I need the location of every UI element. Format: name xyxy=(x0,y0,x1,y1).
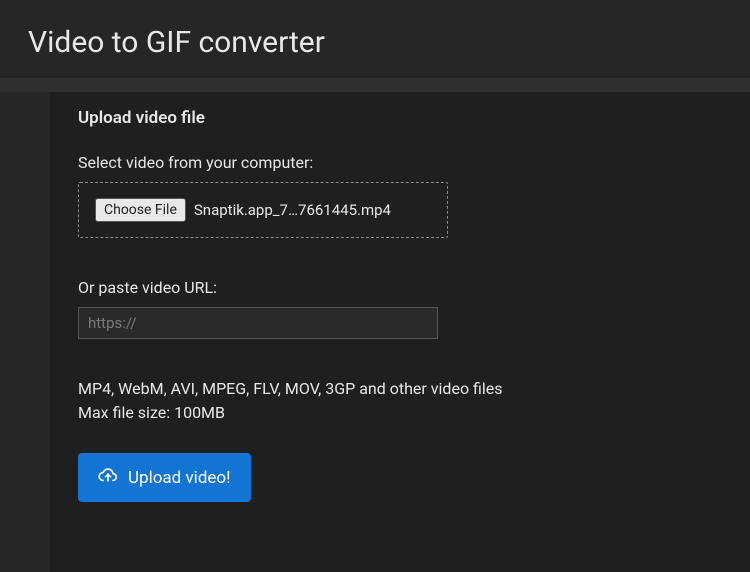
file-drop-zone[interactable]: Choose File Snaptik.app_7…7661445.mp4 xyxy=(78,182,448,238)
supported-formats: MP4, WebM, AVI, MPEG, FLV, MOV, 3GP and … xyxy=(78,377,750,401)
panel-title: Upload video file xyxy=(78,92,750,153)
upload-button-label: Upload video! xyxy=(128,468,231,488)
info-text: MP4, WebM, AVI, MPEG, FLV, MOV, 3GP and … xyxy=(78,377,750,425)
upload-panel: Upload video file Select video from your… xyxy=(50,92,750,572)
cloud-upload-icon xyxy=(98,465,118,490)
choose-file-button[interactable]: Choose File xyxy=(95,198,186,222)
select-file-label: Select video from your computer: xyxy=(78,153,750,172)
max-file-size: Max file size: 100MB xyxy=(78,401,750,425)
page-title: Video to GIF converter xyxy=(0,0,750,78)
header-band xyxy=(0,78,750,92)
selected-file-name: Snaptik.app_7…7661445.mp4 xyxy=(194,201,391,219)
url-label: Or paste video URL: xyxy=(78,278,750,297)
video-url-input[interactable] xyxy=(78,307,438,339)
upload-video-button[interactable]: Upload video! xyxy=(78,453,251,502)
